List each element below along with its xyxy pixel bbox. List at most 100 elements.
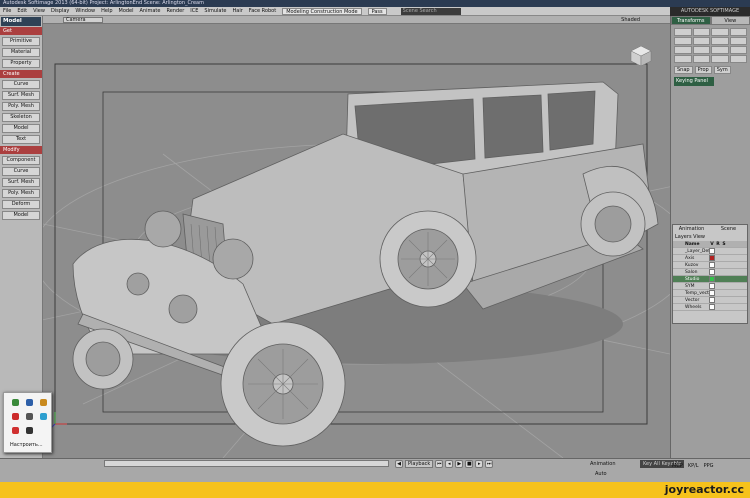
- menu-hair[interactable]: Hair: [233, 8, 243, 14]
- layer-select-checkbox[interactable]: [727, 276, 733, 282]
- layers-menu[interactable]: Layers: [675, 234, 692, 240]
- keying-panel-button[interactable]: Keying Panel: [674, 77, 714, 86]
- sym-button[interactable]: Sym: [713, 66, 731, 74]
- create-poly-mesh-button[interactable]: Poly. Mesh: [2, 102, 40, 111]
- menu-simulate[interactable]: Simulate: [204, 8, 226, 14]
- tray-app-icon[interactable]: [40, 413, 47, 420]
- tray-app-icon[interactable]: [12, 427, 19, 434]
- next-frame-icon[interactable]: ▸: [475, 460, 484, 468]
- layer-select-checkbox[interactable]: [727, 262, 733, 268]
- shading-select[interactable]: Shaded: [621, 16, 640, 24]
- menu-file[interactable]: File: [3, 8, 11, 14]
- pass-select[interactable]: Pass: [367, 7, 387, 15]
- material-button[interactable]: Material: [2, 48, 40, 57]
- playback-menu[interactable]: Playback: [405, 460, 434, 468]
- transform-field[interactable]: [692, 37, 710, 45]
- property-button[interactable]: Property: [2, 59, 40, 68]
- layer-select-checkbox[interactable]: [727, 304, 733, 310]
- transform-field[interactable]: [674, 46, 692, 54]
- modify-model-button[interactable]: Model: [2, 211, 40, 220]
- tab-view[interactable]: View: [710, 16, 750, 25]
- kpl-button[interactable]: KP/L: [688, 463, 699, 469]
- transform-field[interactable]: [711, 46, 729, 54]
- menu-face-robot[interactable]: Face Robot: [249, 8, 276, 14]
- layer-row[interactable]: Vector: [673, 297, 747, 304]
- tab-scene-layers[interactable]: Scene: [710, 225, 747, 233]
- snap-button[interactable]: Snap: [674, 66, 693, 74]
- transform-field[interactable]: [711, 55, 729, 63]
- layer-row[interactable]: SYM: [673, 283, 747, 290]
- transform-field[interactable]: [692, 28, 710, 36]
- play-backward-icon[interactable]: ◀: [395, 460, 403, 468]
- create-skeleton-button[interactable]: Skeleton: [2, 113, 40, 122]
- layer-select-checkbox[interactable]: [727, 290, 733, 296]
- transform-field[interactable]: [674, 55, 692, 63]
- viewport[interactable]: Camera Shaded: [43, 16, 670, 458]
- transform-field[interactable]: [729, 37, 747, 45]
- create-surf-mesh-button[interactable]: Surf. Mesh: [2, 91, 40, 100]
- last-frame-icon[interactable]: ⏭: [485, 460, 494, 468]
- menu-animate[interactable]: Animate: [140, 8, 161, 14]
- layer-row[interactable]: Wheels: [673, 304, 747, 311]
- menu-display[interactable]: Display: [51, 8, 69, 14]
- timeline-ruler[interactable]: [104, 460, 389, 467]
- transform-field[interactable]: [729, 55, 747, 63]
- modify-curve-button[interactable]: Curve: [2, 167, 40, 176]
- layer-select-checkbox[interactable]: [727, 248, 733, 254]
- toolbar-mode-select[interactable]: Model: [1, 17, 41, 26]
- construction-mode-select[interactable]: Modeling Construction Mode: [282, 7, 362, 15]
- prev-frame-icon[interactable]: ◂: [445, 460, 454, 468]
- tab-animation-layers[interactable]: Animation: [673, 225, 710, 233]
- modify-surf-mesh-button[interactable]: Surf. Mesh: [2, 178, 40, 187]
- menu-help[interactable]: Help: [101, 8, 112, 14]
- stop-icon[interactable]: ■: [465, 460, 474, 468]
- menu-model[interactable]: Model: [119, 8, 134, 14]
- layer-select-checkbox[interactable]: [727, 297, 733, 303]
- menu-ice[interactable]: ICE: [190, 8, 198, 14]
- tab-transforms[interactable]: Transforms: [671, 16, 711, 25]
- layer-row[interactable]: _Layer_Default: [673, 248, 747, 255]
- create-model-button[interactable]: Model: [2, 124, 40, 133]
- menu-window[interactable]: Window: [75, 8, 95, 14]
- layer-row[interactable]: Salon: [673, 269, 747, 276]
- menu-render[interactable]: Render: [166, 8, 184, 14]
- mcp-button[interactable]: MCP: [672, 463, 683, 469]
- transform-field[interactable]: [711, 37, 729, 45]
- transform-field[interactable]: [711, 28, 729, 36]
- first-frame-icon[interactable]: ⏮: [435, 460, 444, 468]
- prop-button[interactable]: Prop: [694, 66, 712, 74]
- menu-view[interactable]: View: [33, 8, 45, 14]
- transform-field[interactable]: [729, 28, 747, 36]
- transform-field[interactable]: [692, 55, 710, 63]
- create-text-button[interactable]: Text: [2, 135, 40, 144]
- layer-row[interactable]: Temp_vector: [673, 290, 747, 297]
- transform-field[interactable]: [692, 46, 710, 54]
- camera-select[interactable]: Camera: [63, 17, 103, 23]
- ppg-button[interactable]: PPG: [704, 463, 714, 469]
- modify-poly-mesh-button[interactable]: Poly. Mesh: [2, 189, 40, 198]
- transform-field[interactable]: [674, 28, 692, 36]
- layer-select-checkbox[interactable]: [727, 255, 733, 261]
- modify-component-button[interactable]: Component: [2, 156, 40, 165]
- tray-app-icon[interactable]: [12, 399, 19, 406]
- layer-select-checkbox[interactable]: [727, 283, 733, 289]
- animation-menu[interactable]: Animation: [590, 460, 616, 468]
- tray-app-icon[interactable]: [40, 399, 47, 406]
- menu-edit[interactable]: Edit: [17, 8, 27, 14]
- tray-app-icon[interactable]: [26, 399, 33, 406]
- layer-select-checkbox[interactable]: [727, 269, 733, 275]
- layer-row[interactable]: Kuzov: [673, 262, 747, 269]
- layer-row[interactable]: Studio: [673, 276, 747, 283]
- transform-field[interactable]: [674, 37, 692, 45]
- scene-search-input[interactable]: Scene Search: [400, 7, 461, 15]
- layer-row[interactable]: Axis: [673, 255, 747, 262]
- create-curve-button[interactable]: Curve: [2, 80, 40, 89]
- tray-app-icon[interactable]: [12, 413, 19, 420]
- customize-link[interactable]: Настроить...: [10, 442, 43, 448]
- transform-field[interactable]: [729, 46, 747, 54]
- modify-deform-button[interactable]: Deform: [2, 200, 40, 209]
- auto-key-toggle[interactable]: Auto: [595, 471, 607, 477]
- play-icon[interactable]: ▶: [455, 460, 464, 468]
- tray-app-icon[interactable]: [26, 413, 33, 420]
- layers-view-menu[interactable]: View: [693, 234, 705, 240]
